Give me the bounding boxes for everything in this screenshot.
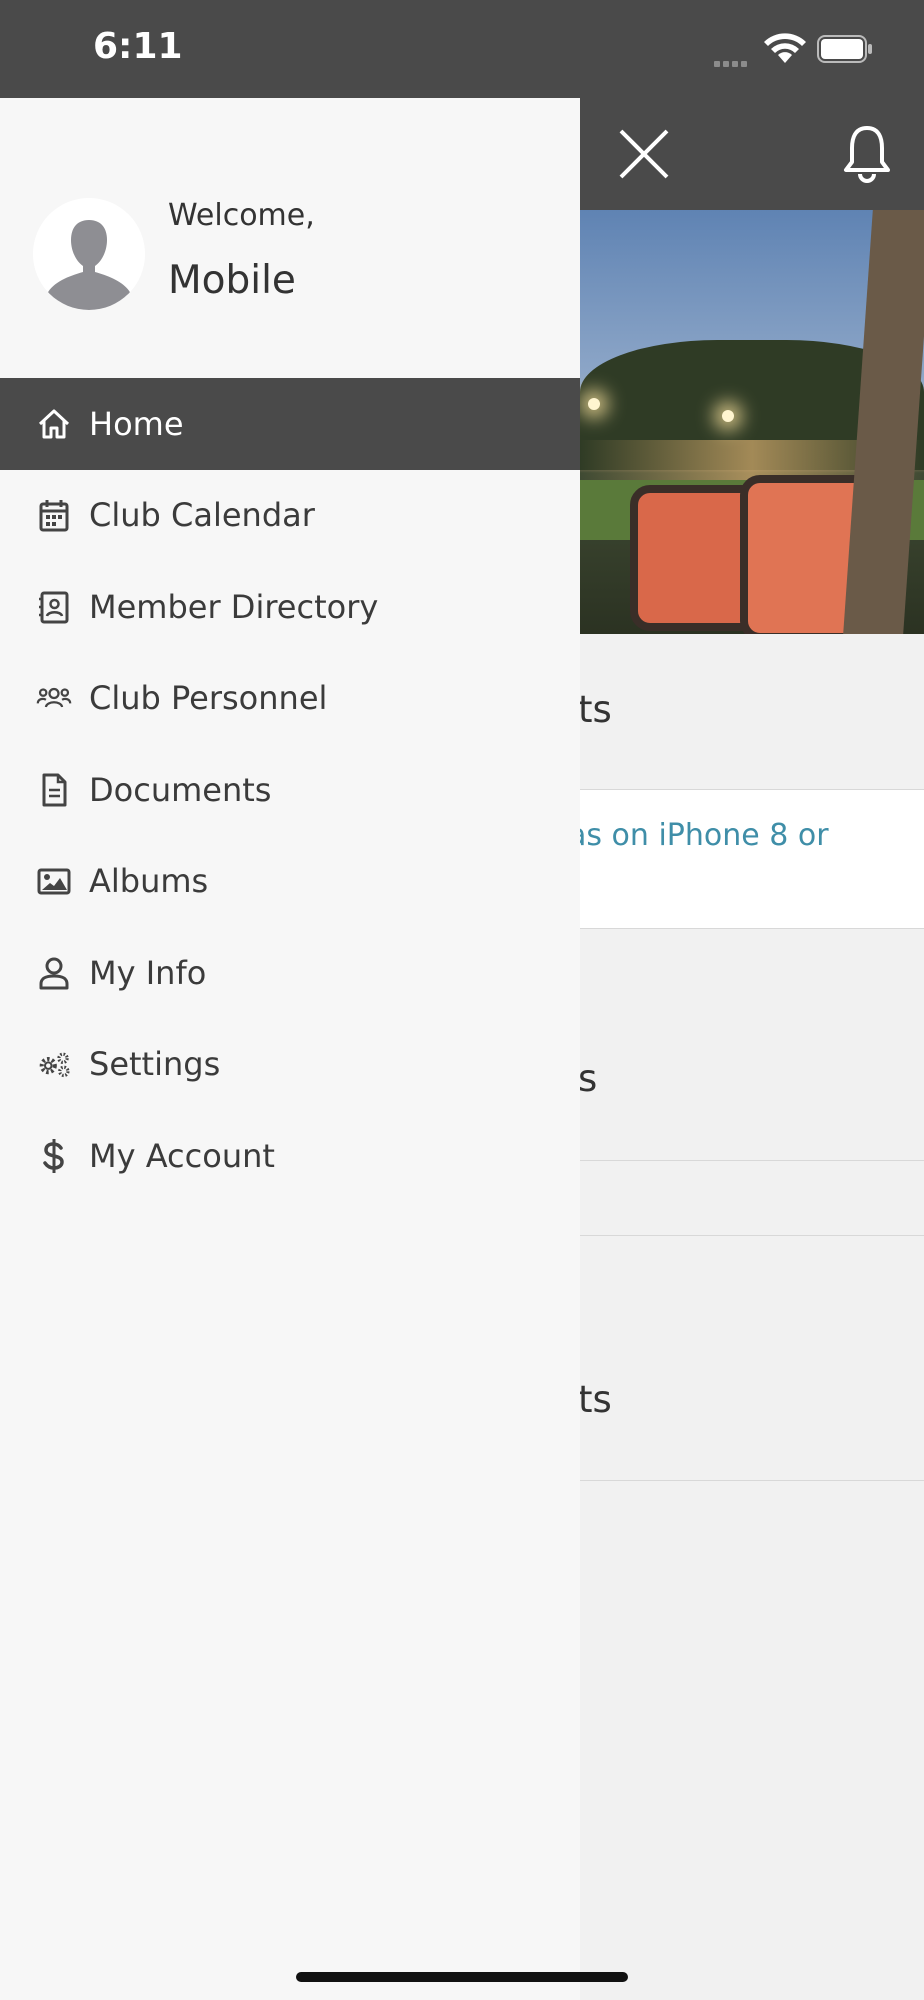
battery-icon <box>817 35 872 63</box>
menu-item-label: Member Directory <box>89 587 379 626</box>
avatar[interactable] <box>33 198 145 310</box>
menu-item-label: Albums <box>89 862 209 901</box>
gears-icon <box>36 1046 72 1082</box>
user-icon <box>36 955 72 991</box>
menu-item-label: Home <box>89 404 184 443</box>
close-icon[interactable] <box>618 128 670 180</box>
menu-item-label: My Account <box>89 1136 275 1175</box>
menu-item-label: My Info <box>89 953 207 992</box>
document-icon <box>36 772 72 808</box>
home-icon <box>36 406 72 442</box>
welcome-label: Welcome, <box>168 198 315 233</box>
menu-item-label: Club Calendar <box>89 496 315 535</box>
status-bar: 6:11 <box>0 0 924 98</box>
cellular-signal-icon <box>714 52 750 71</box>
menu-item-my-info[interactable]: My Info <box>0 927 580 1019</box>
menu-item-label: Settings <box>89 1045 221 1084</box>
bell-icon[interactable] <box>842 124 892 184</box>
user-name: Mobile <box>168 258 296 303</box>
menu-item-club-personnel[interactable]: Club Personnel <box>0 653 580 745</box>
contact-card-icon <box>36 589 72 625</box>
image-icon <box>36 863 72 899</box>
bg-section-title: ts <box>578 1378 612 1421</box>
drawer-menu: Home Club Calendar Member Directory Club… <box>0 378 580 1202</box>
users-icon <box>36 680 72 716</box>
bg-section-title: ts <box>578 688 612 731</box>
menu-item-label: Documents <box>89 770 272 809</box>
menu-item-albums[interactable]: Albums <box>0 836 580 928</box>
menu-item-member-directory[interactable]: Member Directory <box>0 561 580 653</box>
navigation-drawer: Welcome, Mobile Home Club Calendar Membe… <box>0 98 580 2000</box>
menu-item-settings[interactable]: Settings <box>0 1019 580 1111</box>
dollar-icon <box>36 1138 72 1174</box>
profile-header: Welcome, Mobile <box>0 98 580 378</box>
menu-item-home[interactable]: Home <box>0 378 580 470</box>
menu-item-club-calendar[interactable]: Club Calendar <box>0 470 580 562</box>
bg-item-link[interactable]: as on iPhone 8 or <box>568 818 829 853</box>
home-indicator[interactable] <box>296 1972 628 1982</box>
bg-section-title: s <box>578 1057 598 1100</box>
status-time: 6:11 <box>93 26 183 67</box>
wifi-icon <box>764 33 806 63</box>
calendar-icon <box>36 497 72 533</box>
menu-item-documents[interactable]: Documents <box>0 744 580 836</box>
user-silhouette-icon <box>33 198 145 310</box>
menu-item-my-account[interactable]: My Account <box>0 1110 580 1202</box>
menu-item-label: Club Personnel <box>89 679 328 718</box>
